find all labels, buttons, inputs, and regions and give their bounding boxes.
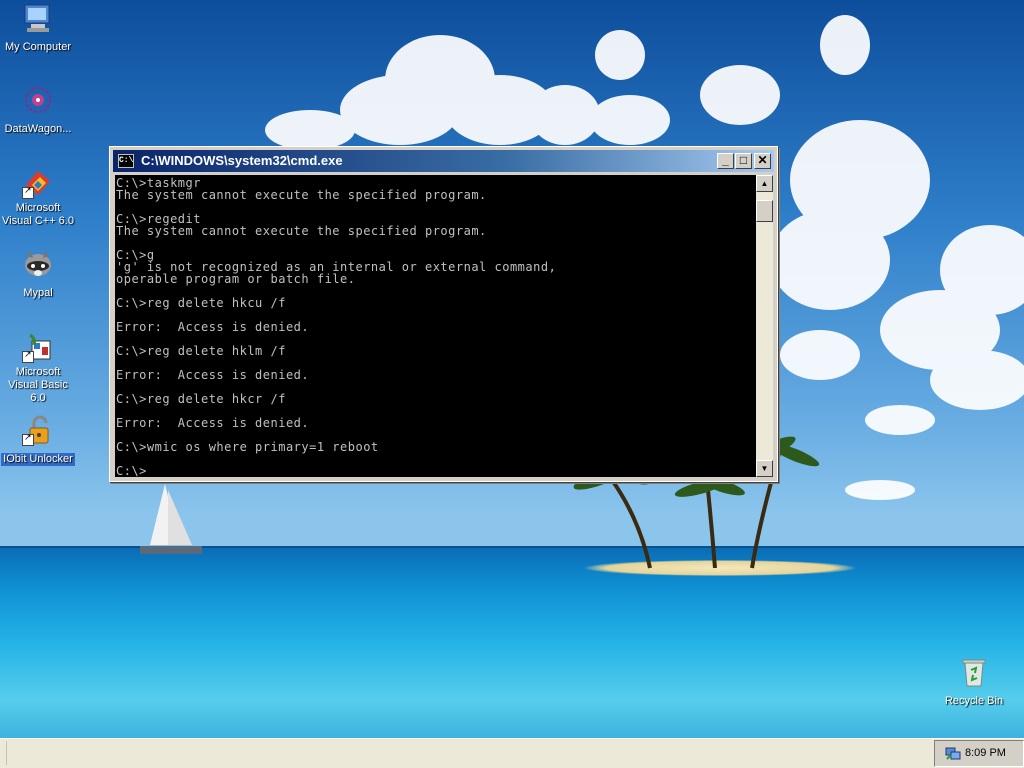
network-tray-icon[interactable]: [945, 745, 961, 761]
close-button[interactable]: ✕: [754, 153, 771, 169]
recycle-bin-icon: [958, 656, 990, 688]
visual-basic-icon: [22, 331, 54, 363]
taskbar-buttons-area[interactable]: [6, 741, 919, 765]
visual-cpp-icon: [22, 167, 54, 199]
datawagon-icon: [22, 84, 54, 116]
vertical-scrollbar[interactable]: ▲ ▼: [756, 175, 773, 477]
minimize-button[interactable]: _: [717, 153, 734, 169]
desktop-icon-label: My Computer: [4, 41, 72, 53]
desktop-icon-label: Mypal: [23, 287, 53, 299]
desktop-icon-label: DataWagon...: [4, 123, 72, 135]
clock[interactable]: 8:09 PM: [965, 747, 1006, 759]
mypal-raccoon-icon: [22, 248, 54, 280]
text-cursor: _: [146, 464, 155, 477]
padlock-icon: [22, 414, 54, 446]
desktop-icon-mypal[interactable]: Mypal: [0, 248, 76, 301]
desktop-icon-label: IObit Unlocker: [1, 453, 75, 466]
my-computer-icon: [22, 2, 54, 34]
desktop-icon-visual-cpp[interactable]: Microsoft Visual C++ 6.0: [0, 167, 76, 229]
system-tray[interactable]: 8:09 PM: [934, 740, 1024, 767]
taskbar[interactable]: 8:09 PM: [0, 738, 1024, 768]
scroll-thumb[interactable]: [756, 200, 773, 222]
cmd-app-icon[interactable]: C:\: [118, 154, 134, 168]
desktop-icon-label: Microsoft Visual Basic 6.0: [8, 366, 68, 404]
window-titlebar[interactable]: C:\ C:\WINDOWS\system32\cmd.exe _ □ ✕: [113, 150, 774, 172]
scroll-down-button[interactable]: ▼: [756, 460, 773, 477]
desktop-icon-datawagon[interactable]: DataWagon...: [0, 84, 76, 137]
desktop-icon-my-computer[interactable]: My Computer: [0, 2, 76, 55]
scroll-up-button[interactable]: ▲: [756, 175, 773, 192]
desktop-icon-label: Microsoft Visual C++ 6.0: [2, 202, 74, 227]
cmd-window[interactable]: C:\ C:\WINDOWS\system32\cmd.exe _ □ ✕ C:…: [109, 146, 778, 482]
desktop-icon-label: Recycle Bin: [944, 695, 1004, 707]
desktop-icon-iobit-unlocker[interactable]: IObit Unlocker: [0, 414, 76, 467]
desktop-icon-visual-basic[interactable]: Microsoft Visual Basic 6.0: [0, 331, 76, 406]
maximize-button[interactable]: □: [735, 153, 752, 169]
console-text: C:\>taskmgr The system cannot execute th…: [116, 176, 557, 477]
window-title: C:\WINDOWS\system32\cmd.exe: [141, 153, 343, 168]
desktop-icon-recycle-bin[interactable]: Recycle Bin: [936, 656, 1012, 709]
console-output-area[interactable]: C:\>taskmgr The system cannot execute th…: [115, 175, 756, 477]
